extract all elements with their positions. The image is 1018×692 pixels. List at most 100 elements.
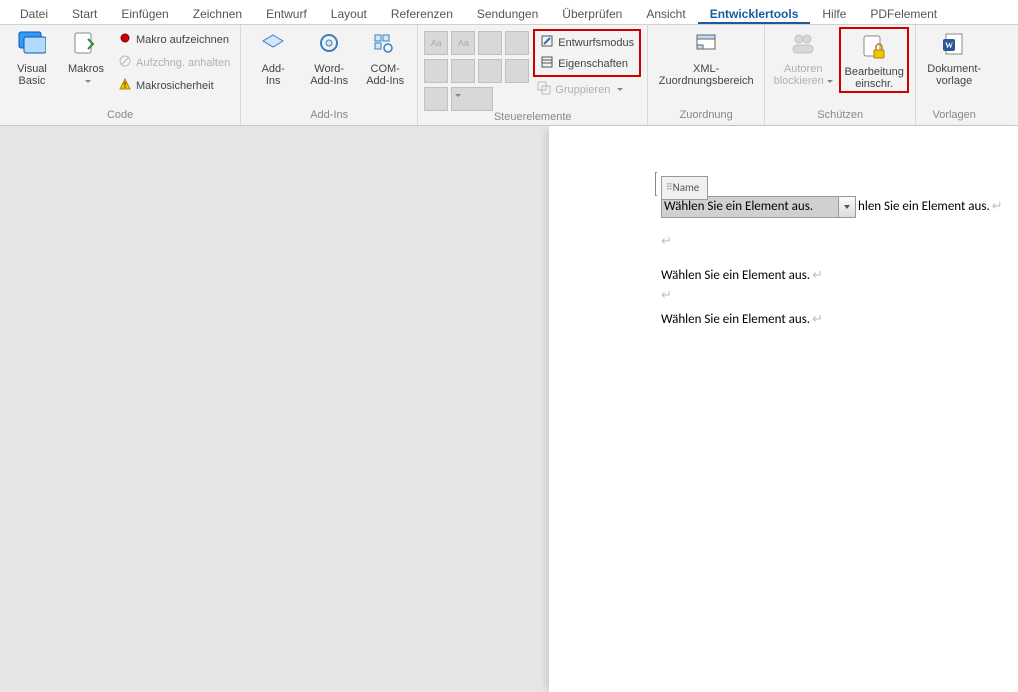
addins-button[interactable]: Add- Ins [247, 27, 299, 87]
design-mode-label: Entwurfsmodus [558, 37, 634, 49]
design-mode-icon [540, 34, 554, 51]
record-macro-button[interactable]: Makro aufzeichnen [114, 29, 234, 50]
control-dropdown-button [478, 59, 502, 83]
restrict-editing-button[interactable]: Bearbeitung einschr. [842, 30, 906, 90]
control-combobox-button [451, 59, 475, 83]
ribbon-tabs: Datei Start Einfügen Zeichnen Entwurf La… [0, 0, 1018, 25]
content-control-title-tab[interactable]: ⠿ Name [661, 176, 708, 200]
control-buildingblock-button [505, 31, 529, 55]
document-area: ⠿ Name Wählen Sie ein Element aus. hlen … [0, 126, 1018, 692]
content-control-grip-icon: ⠿ [666, 178, 671, 198]
properties-label: Eigenschaften [558, 58, 628, 70]
svg-text:W: W [945, 41, 953, 50]
macros-button[interactable]: Makros [62, 27, 110, 87]
ribbon-group-templates: W Dokument- vorlage Vorlagen [916, 25, 992, 125]
content-control-dropdown-button[interactable] [838, 197, 855, 217]
ribbon-group-code: Visual Basic Makros Makro aufz [0, 25, 241, 125]
visual-basic-icon [16, 29, 48, 61]
paragraph-2: Wählen Sie ein Element aus. ↵ [661, 266, 1018, 286]
macro-security-icon [118, 77, 132, 94]
group-label-code: Code [107, 109, 133, 125]
word-addins-button[interactable]: Word- Add-Ins [303, 27, 355, 87]
ribbon-group-protect: Autoren blockieren Bearbeitung einschr. … [765, 25, 916, 125]
word-addins-icon [313, 29, 345, 61]
editor-gutter [0, 126, 549, 692]
tab-help[interactable]: Hilfe [810, 4, 858, 24]
control-richtext-button: Aa [424, 31, 448, 55]
paragraph-blank-1: ↵ [661, 232, 1018, 252]
record-macro-label: Makro aufzeichnen [136, 34, 229, 46]
addins-icon [257, 29, 289, 61]
com-addins-button[interactable]: COM- Add-Ins [359, 27, 411, 87]
xml-mapping-button[interactable]: XML- Zuordnungsbereich [654, 27, 758, 87]
group-controls-icon [537, 81, 551, 98]
tab-layout[interactable]: Layout [319, 4, 379, 24]
properties-button[interactable]: Eigenschaften [536, 53, 638, 74]
restrict-editing-icon [858, 32, 890, 64]
pause-recording-label: Aufzchng. anhalten [136, 57, 230, 69]
paragraph-2-text: Wählen Sie ein Element aus. [661, 266, 810, 286]
content-control[interactable]: ⠿ Name Wählen Sie ein Element aus. [661, 196, 856, 218]
tab-view[interactable]: Ansicht [634, 4, 697, 24]
tab-mailings[interactable]: Sendungen [465, 4, 550, 24]
tab-pdfelement[interactable]: PDFelement [858, 4, 949, 24]
paragraph-3-text: Wählen Sie ein Element aus. [661, 310, 810, 330]
tab-draw[interactable]: Zeichnen [181, 4, 254, 24]
tab-references[interactable]: Referenzen [379, 4, 465, 24]
group-label-mapping: Zuordnung [680, 109, 733, 125]
paragraph-blank-2: ↵ [661, 286, 1018, 306]
ribbon-group-controls: Aa Aa [418, 25, 648, 125]
visual-basic-button[interactable]: Visual Basic [6, 27, 58, 87]
design-mode-button[interactable]: Entwurfsmodus [536, 32, 638, 53]
block-authors-button: Autoren blockieren [771, 27, 835, 87]
document-template-button[interactable]: W Dokument- vorlage [922, 27, 986, 87]
record-macro-icon [118, 31, 132, 48]
visual-basic-label: Visual Basic [17, 63, 47, 87]
block-authors-label: Autoren blockieren [774, 63, 833, 87]
group-label-addins: Add-Ins [310, 109, 348, 125]
tab-developer[interactable]: Entwicklertools [698, 4, 811, 24]
ribbon: Visual Basic Makros Makro aufz [0, 25, 1018, 126]
control-datepicker-button [505, 59, 529, 83]
addins-label: Add- Ins [262, 63, 285, 87]
block-authors-icon [787, 29, 819, 61]
paragraph-mark-icon: ↵ [992, 197, 1003, 217]
ribbon-group-addins: Add- Ins Word- Add-Ins COM- Add-Ins [241, 25, 418, 125]
paragraph-mark-icon: ↵ [812, 310, 823, 330]
tab-review[interactable]: Überprüfen [550, 4, 634, 24]
control-checkbox-button [424, 59, 448, 83]
control-repeating-button [424, 87, 448, 111]
control-picture-button [478, 31, 502, 55]
com-addins-label: COM- Add-Ins [366, 63, 404, 87]
group-label-protect: Schützen [817, 109, 863, 125]
pause-recording-icon [118, 54, 132, 71]
document-template-label: Dokument- vorlage [927, 63, 981, 87]
paragraph-mark-icon: ↵ [812, 266, 823, 286]
tab-insert[interactable]: Einfügen [109, 4, 180, 24]
ribbon-group-mapping: XML- Zuordnungsbereich Zuordnung [648, 25, 765, 125]
macro-security-label: Makrosicherheit [136, 80, 214, 92]
macros-icon [70, 29, 102, 61]
tab-home[interactable]: Start [60, 4, 109, 24]
tab-file[interactable]: Datei [8, 4, 60, 24]
paragraph-mark-icon: ↵ [661, 232, 672, 252]
document-page[interactable]: ⠿ Name Wählen Sie ein Element aus. hlen … [549, 126, 1018, 692]
xml-mapping-label: XML- Zuordnungsbereich [659, 63, 754, 87]
pause-recording-button: Aufzchng. anhalten [114, 52, 234, 73]
content-control-title: Name [673, 178, 700, 198]
paragraph-mark-icon: ↵ [661, 286, 672, 306]
group-label-controls: Steuerelemente [494, 111, 572, 125]
group-controls-label: Gruppieren [555, 84, 610, 96]
paragraph-3: Wählen Sie ein Element aus. ↵ [661, 310, 1018, 330]
tab-design[interactable]: Entwurf [254, 4, 319, 24]
group-label-templates: Vorlagen [932, 109, 975, 125]
control-legacy-button [451, 87, 493, 111]
xml-mapping-icon [690, 29, 722, 61]
macro-security-button[interactable]: Makrosicherheit [114, 75, 234, 96]
cursor-caret [655, 172, 657, 196]
trailing-text-fragment: hlen Sie ein Element aus. [858, 197, 990, 217]
content-control-value[interactable]: Wählen Sie ein Element aus. [662, 197, 838, 217]
document-template-icon: W [938, 29, 970, 61]
word-addins-label: Word- Add-Ins [310, 63, 348, 87]
com-addins-icon [369, 29, 401, 61]
